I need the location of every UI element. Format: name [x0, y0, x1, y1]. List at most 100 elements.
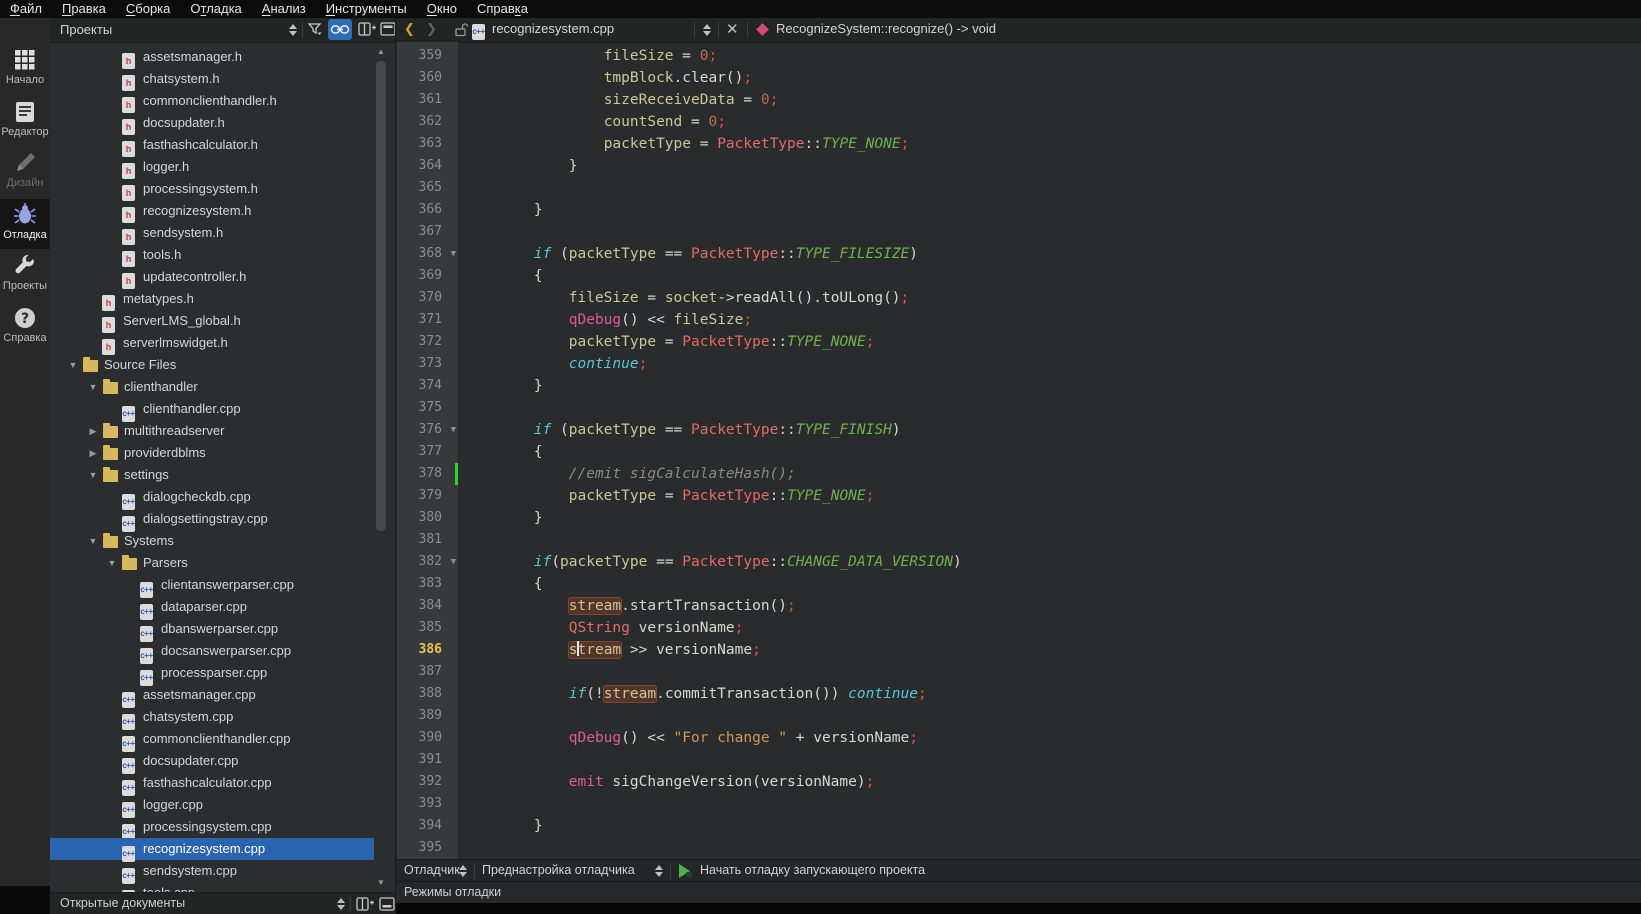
tree-item-assetsmanager.cpp[interactable]: c++assetsmanager.cpp: [50, 684, 381, 706]
tree-item-processparser.cpp[interactable]: c++processparser.cpp: [50, 662, 381, 684]
tree-item-dbanswerparser.cpp[interactable]: c++dbanswerparser.cpp: [50, 618, 381, 640]
tree-item-fasthashcalculator.h[interactable]: hfasthashcalculator.h: [50, 134, 381, 156]
code-line-388[interactable]: if(!stream.commitTransaction()) continue…: [458, 683, 1641, 705]
code-line-370[interactable]: fileSize = socket->readAll().toULong();: [458, 287, 1641, 309]
tree-item-docsupdater.cpp[interactable]: c++docsupdater.cpp: [50, 750, 381, 772]
tree-item-logger.cpp[interactable]: c++logger.cpp: [50, 794, 381, 816]
line-number-373[interactable]: 373: [397, 353, 458, 375]
code-line-391[interactable]: [458, 749, 1641, 771]
line-number-367[interactable]: 367: [397, 221, 458, 243]
line-number-394[interactable]: 394: [397, 815, 458, 837]
tree-item-docsupdater.h[interactable]: hdocsupdater.h: [50, 112, 381, 134]
tree-item-commonclienthandler.cpp[interactable]: c++commonclienthandler.cpp: [50, 728, 381, 750]
line-number-378[interactable]: 378: [397, 463, 458, 485]
line-number-365[interactable]: 365: [397, 177, 458, 199]
menu-Окно[interactable]: Окно: [417, 0, 467, 18]
code-line-389[interactable]: [458, 705, 1641, 727]
code-line-369[interactable]: {: [458, 265, 1641, 287]
tree-item-recognizesystem.cpp[interactable]: c++recognizesystem.cpp: [50, 838, 381, 860]
tree-item-processingsystem.cpp[interactable]: c++processingsystem.cpp: [50, 816, 381, 838]
fold-marker-icon[interactable]: ▼: [451, 419, 456, 441]
code-line-383[interactable]: {: [458, 573, 1641, 595]
tree-item-docsanswerparser.cpp[interactable]: c++docsanswerparser.cpp: [50, 640, 381, 662]
code-line-377[interactable]: {: [458, 441, 1641, 463]
code-line-376[interactable]: if (packetType == PacketType::TYPE_FINIS…: [458, 419, 1641, 441]
code-line-390[interactable]: qDebug() << "For change " + versionName;: [458, 727, 1641, 749]
tree-item-clientanswerparser.cpp[interactable]: c++clientanswerparser.cpp: [50, 574, 381, 596]
document-selector-arrows-icon[interactable]: [702, 23, 711, 37]
code-line-393[interactable]: [458, 793, 1641, 815]
tree-item-dialogcheckdb.cpp[interactable]: c++dialogcheckdb.cpp: [50, 486, 381, 508]
line-number-375[interactable]: 375: [397, 397, 458, 419]
filter-icon[interactable]: [307, 21, 323, 37]
menu-Сборка[interactable]: Сборка: [116, 0, 181, 18]
split-panel-icon[interactable]: [356, 897, 374, 912]
line-number-361[interactable]: 361: [397, 89, 458, 111]
symbol-breadcrumb[interactable]: RecognizeSystem::recognize() -> void: [776, 21, 996, 36]
tree-item-fasthashcalculator.cpp[interactable]: c++fasthashcalculator.cpp: [50, 772, 381, 794]
line-number-391[interactable]: 391: [397, 749, 458, 771]
line-number-381[interactable]: 381: [397, 529, 458, 551]
panel-combo-arrows-icon[interactable]: [288, 23, 297, 37]
line-number-388[interactable]: 388: [397, 683, 458, 705]
project-tree-scrollbar[interactable]: ▲ ▼: [374, 43, 388, 892]
code-line-385[interactable]: QString versionName;: [458, 617, 1641, 639]
code-line-363[interactable]: packetType = PacketType::TYPE_NONE;: [458, 133, 1641, 155]
debugger-combo[interactable]: Отладчик: [404, 863, 460, 877]
line-number-363[interactable]: 363: [397, 133, 458, 155]
code-line-375[interactable]: [458, 397, 1641, 419]
code-line-372[interactable]: packetType = PacketType::TYPE_NONE;: [458, 331, 1641, 353]
line-number-393[interactable]: 393: [397, 793, 458, 815]
tree-item-Parsers[interactable]: ▼Parsers: [50, 552, 381, 574]
tree-item-chatsystem.h[interactable]: hchatsystem.h: [50, 68, 381, 90]
line-number-370[interactable]: 370: [397, 287, 458, 309]
tree-item-metatypes.h[interactable]: hmetatypes.h: [50, 288, 381, 310]
code-line-373[interactable]: continue;: [458, 353, 1641, 375]
scroll-down-icon[interactable]: ▼: [374, 876, 388, 890]
line-number-384[interactable]: 384: [397, 595, 458, 617]
close-panel-icon[interactable]: [379, 897, 395, 912]
code-line-367[interactable]: [458, 221, 1641, 243]
tree-item-processingsystem.h[interactable]: hprocessingsystem.h: [50, 178, 381, 200]
start-debug-icon[interactable]: [678, 864, 694, 878]
tree-item-providerdblms[interactable]: ▶providerdblms: [50, 442, 381, 464]
line-number-369[interactable]: 369: [397, 265, 458, 287]
mode-Дизайн[interactable]: Дизайн: [0, 147, 50, 197]
code-line-387[interactable]: [458, 661, 1641, 683]
code-line-368[interactable]: if (packetType == PacketType::TYPE_FILES…: [458, 243, 1641, 265]
code-line-379[interactable]: packetType = PacketType::TYPE_NONE;: [458, 485, 1641, 507]
scroll-up-icon[interactable]: ▲: [374, 45, 388, 59]
tree-item-Source Files[interactable]: ▼Source Files: [50, 354, 381, 376]
fold-marker-icon[interactable]: ▼: [451, 243, 456, 265]
tree-item-dataparser.cpp[interactable]: c++dataparser.cpp: [50, 596, 381, 618]
tree-item-logger.h[interactable]: hlogger.h: [50, 156, 381, 178]
link-with-editor-button[interactable]: [328, 19, 352, 40]
code-line-392[interactable]: emit sigChangeVersion(versionName);: [458, 771, 1641, 793]
chevron-down-icon[interactable]: ▼: [67, 354, 79, 376]
tree-item-clienthandler.cpp[interactable]: c++clienthandler.cpp: [50, 398, 381, 420]
code-view[interactable]: fileSize = 0; tmpBlock.clear(); sizeRece…: [458, 42, 1641, 877]
code-line-359[interactable]: fileSize = 0;: [458, 45, 1641, 67]
tree-item-tools.cpp[interactable]: c++tools.cpp: [50, 882, 381, 892]
tree-item-tools.h[interactable]: htools.h: [50, 244, 381, 266]
tree-item-assetsmanager.h[interactable]: hassetsmanager.h: [50, 46, 381, 68]
line-number-390[interactable]: 390: [397, 727, 458, 749]
chevron-right-icon[interactable]: ▶: [87, 442, 99, 464]
line-number-377[interactable]: 377: [397, 441, 458, 463]
open-docs-combo-arrows-icon[interactable]: [336, 897, 345, 911]
preset-combo-arrows-icon[interactable]: [654, 864, 663, 878]
code-line-384[interactable]: stream.startTransaction();: [458, 595, 1641, 617]
code-line-365[interactable]: [458, 177, 1641, 199]
menu-Правка[interactable]: Правка: [52, 0, 116, 18]
tree-item-commonclienthandler.h[interactable]: hcommonclienthandler.h: [50, 90, 381, 112]
fold-marker-icon[interactable]: ▼: [451, 551, 456, 573]
tree-item-ServerLMS_global.h[interactable]: hServerLMS_global.h: [50, 310, 381, 332]
open-documents-label[interactable]: Открытые документы: [60, 896, 185, 910]
line-number-395[interactable]: 395: [397, 837, 458, 859]
line-number-392[interactable]: 392: [397, 771, 458, 793]
tree-item-Systems[interactable]: ▼Systems: [50, 530, 381, 552]
line-number-382[interactable]: 382▼: [397, 551, 458, 573]
menu-Справка[interactable]: Справка: [467, 0, 538, 18]
lock-icon[interactable]: [454, 22, 468, 37]
mode-Отладка[interactable]: Отладка: [0, 199, 50, 249]
